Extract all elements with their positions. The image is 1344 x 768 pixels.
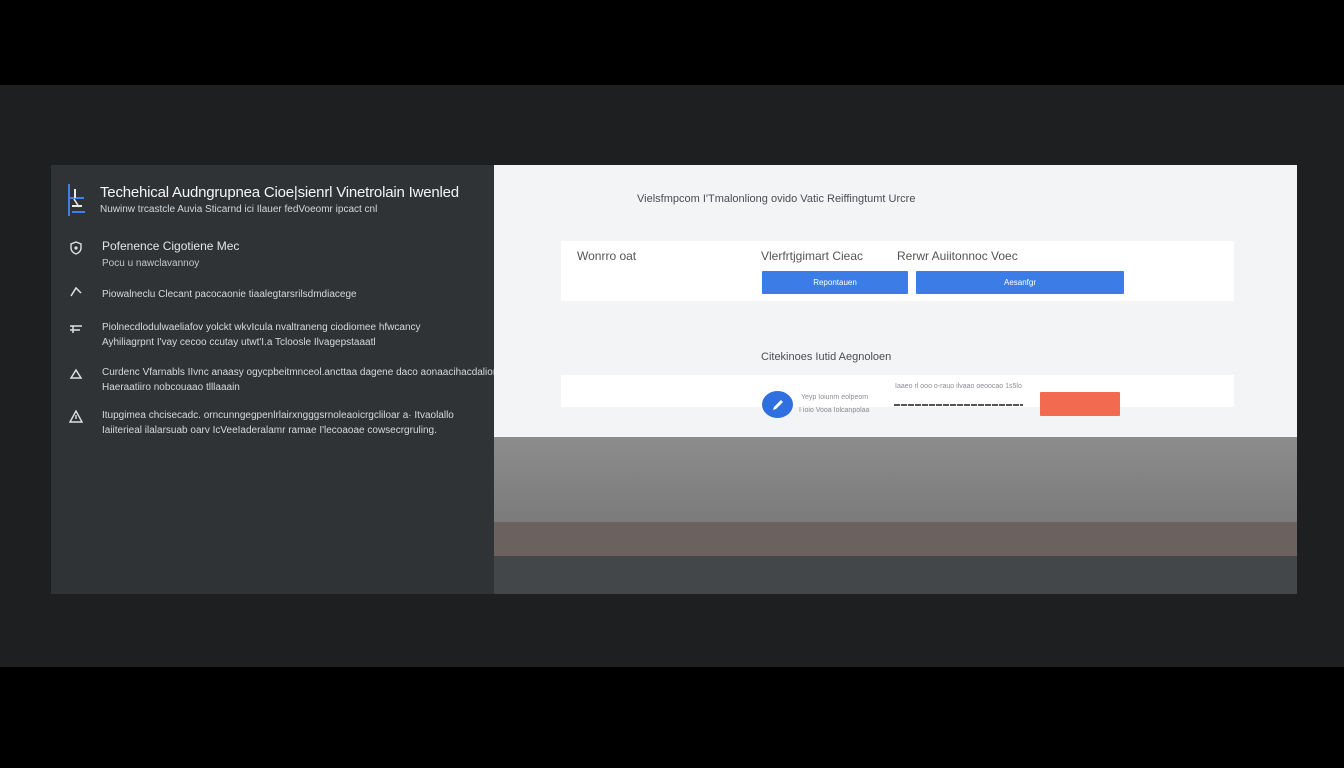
sidebar-item-label: Piolnecdlodulwaeliafov yolckt wkvIcula n… (102, 322, 421, 333)
action-button[interactable] (1040, 392, 1120, 416)
row-text-secondary: I ioio Vooa Iolcanpolaa (799, 407, 870, 414)
primary-button[interactable]: Repontauen (762, 271, 908, 294)
sidebar-item-label: Itupgimea chcisecadc. orncunngegpenlrlai… (102, 410, 454, 421)
sidebar-item-2[interactable]: Piowalneclu Clecant pacocaonie tiaalegta… (69, 283, 357, 302)
main-panel: Vielsfmpcom I'Tmalonliong ovido Vatic Re… (494, 165, 1297, 594)
section-title: Citekinoes Iutid Aegnoloen (761, 351, 892, 363)
page-heading: Vielsfmpcom I'Tmalonliong ovido Vatic Re… (637, 193, 916, 205)
sidebar-item-label: Curdenc Vfarnabls IIvnc anaasy ogycpbeit… (102, 367, 515, 378)
sidebar-item-5[interactable]: Itupgimea chcisecadc. orncunngegpenlrlai… (69, 408, 454, 438)
sidebar-item-sublabel: Iaiiterieal ilalarsuab oarv IcVeeIaderal… (102, 425, 437, 436)
gray-band (494, 437, 1297, 522)
content-area: Vielsfmpcom I'Tmalonliong ovido Vatic Re… (494, 165, 1297, 437)
sidebar-item-label: Piowalneclu Clecant pacocaonie tiaalegta… (102, 289, 357, 300)
app-title: Techehical Audngrupnea Cioe|sienrl Vinet… (100, 184, 459, 201)
row-text-primary: Yeyp Ioiunm eolpeom (801, 394, 869, 401)
avatar[interactable] (762, 391, 793, 418)
sidebar-item-3[interactable]: Piolnecdlodulwaeliafov yolckt wkvIcula n… (69, 320, 421, 350)
card-label-right: Rerwr Auiitonnoc Voec (897, 249, 1018, 263)
sidebar-item-label: Pofenence Cigotiene Mec (102, 239, 240, 253)
sidebar-item-sublabel: Pocu u nawclavannoy (102, 258, 200, 269)
secondary-button[interactable]: Aesanfgr (916, 271, 1124, 294)
shield-icon (69, 241, 83, 255)
warning-icon (69, 410, 83, 424)
sidebar-item-sublabel: Ayhiliagrpnt I'vay cecoo ccutay utwt'I.a… (102, 337, 376, 348)
edit-icon (772, 399, 783, 410)
app-subtitle: Nuwinw trcastcle Auvia Sticarnd ici Ilau… (100, 204, 378, 215)
sidebar-item-4[interactable]: Curdenc Vfarnabls IIvnc anaasy ogycpbeit… (69, 365, 515, 395)
field-label: Iaaeo rl ooo o-rauo ilvaao oeoocao 1s5lo (895, 383, 1022, 390)
triangle-icon (69, 367, 83, 381)
sidebar-item-sublabel: Haeraatiiro nobcouaao tlllaaain (102, 382, 240, 393)
card-label-left: Wonrro oat (577, 249, 637, 263)
list-icon (69, 322, 83, 336)
app-logo-icon (65, 183, 87, 217)
brown-band (494, 522, 1297, 556)
text-field[interactable] (894, 404, 1023, 406)
sidebar-header: Techehical Audngrupnea Cioe|sienrl Vinet… (65, 183, 459, 217)
card-label-mid: Vlerfrtjgimart Cieac (761, 249, 864, 263)
sidebar: Techehical Audngrupnea Cioe|sienrl Vinet… (51, 165, 515, 594)
settings-card: Wonrro oat Vlerfrtjgimart Cieac Rerwr Au… (561, 241, 1234, 301)
row-card (561, 375, 1234, 407)
dark-band (494, 556, 1297, 594)
desktop-background: Techehical Audngrupnea Cioe|sienrl Vinet… (0, 85, 1344, 667)
chevron-icon (69, 285, 83, 299)
sidebar-item-1[interactable]: Pofenence Cigotiene Mec Pocu u nawclavan… (69, 239, 239, 271)
app-window: Techehical Audngrupnea Cioe|sienrl Vinet… (51, 165, 1297, 594)
